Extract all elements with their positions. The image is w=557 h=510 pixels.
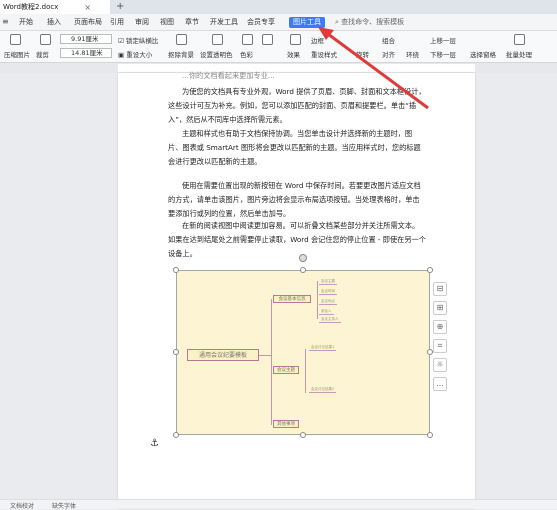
menu-bar: ≡ 开始 插入 页面布局 引用 审阅 视图 章节 开发工具 会员专享 图片工具 … <box>0 14 557 31</box>
reset-size-label: 重设大小 <box>126 51 153 59</box>
bring-forward-button[interactable]: 上移一层 <box>430 35 456 45</box>
combine-button[interactable]: 组合 <box>382 35 395 45</box>
menu-view[interactable]: 视图 <box>160 17 174 28</box>
clear-bg-button[interactable]: 抠除背景 <box>168 49 194 59</box>
mindmap-branch-3: 其他事项 <box>273 420 299 428</box>
title-bar: Word教程2.docx × + <box>0 0 557 14</box>
width-value: 9.91厘米 <box>71 35 99 43</box>
paragraph-4[interactable]: 在新的阅读视图中阅读更加容易。可以折叠文档某些部分并关注所需文本。如果在达到结尾… <box>168 219 426 261</box>
selected-image[interactable]: 通用会议纪要模板 会议基本信息 会议主题 其他事项 会议主题 会议时间 会议地点… <box>176 270 430 435</box>
mindmap-leaf: 会议主题 <box>319 279 337 285</box>
menu-review[interactable]: 审阅 <box>135 17 149 28</box>
mindmap-leaf: 会议时间 <box>319 289 337 295</box>
menu-home[interactable]: 开始 <box>19 17 33 28</box>
mindmap-root: 通用会议纪要模板 <box>187 349 259 361</box>
mindmap-sub-branch: 会议讨论结果2 <box>309 387 337 393</box>
batch-icon[interactable] <box>514 34 525 45</box>
layout-options-icon[interactable]: ⊟ <box>433 282 447 296</box>
mindmap-sub-trunk-2 <box>305 349 306 393</box>
resize-handle-bl[interactable] <box>173 432 179 438</box>
menu-insert[interactable]: 插入 <box>47 17 61 28</box>
image-quick-tools: ⊟ ⊞ ⊕ ⌗ ☼ … <box>433 282 451 396</box>
mindmap-connector <box>259 355 271 356</box>
document-page[interactable]: ...你的文档看起来更加专业... 为使您的文档具有专业外观，Word 提供了页… <box>118 71 475 509</box>
crop-icon[interactable] <box>40 34 51 45</box>
resize-handle-tl[interactable] <box>173 267 179 273</box>
document-tab[interactable]: Word教程2.docx × <box>0 0 110 14</box>
resize-handle-tm[interactable] <box>300 267 306 273</box>
wrap-button[interactable]: 环绕 <box>406 49 419 59</box>
mindmap-leaf: 参会人 <box>319 309 334 315</box>
color-button[interactable]: 色彩 <box>240 49 253 59</box>
paragraph-1[interactable]: 为使您的文档具有专业外观，Word 提供了页眉、页脚、封面和文本框设计，这些设计… <box>168 85 426 127</box>
menu-page-layout[interactable]: 页面布局 <box>74 17 102 28</box>
height-value: 14.81厘米 <box>71 49 103 57</box>
menu-references[interactable]: 引用 <box>110 17 124 28</box>
resize-handle-bm[interactable] <box>300 432 306 438</box>
clear-bg-icon[interactable] <box>176 34 187 45</box>
lock-ratio-label: 锁定纵横比 <box>125 37 159 45</box>
rotate-button[interactable]: 旋转 <box>356 49 369 59</box>
anchor-icon: ⚓ <box>150 438 159 449</box>
mindmap-branch-2: 会议主题 <box>273 366 299 374</box>
compress-button[interactable]: 压缩图片 <box>4 49 30 59</box>
tip-icon[interactable]: ☼ <box>433 358 447 372</box>
image-edit-icon[interactable]: ⊞ <box>433 301 447 315</box>
crop-button[interactable]: 裁剪 <box>36 49 49 59</box>
menu-member[interactable]: 会员专享 <box>247 17 275 28</box>
menu-developer[interactable]: 开发工具 <box>210 17 238 28</box>
new-tab-button[interactable]: + <box>116 0 124 13</box>
mindmap-leaf: 会议主持人 <box>319 317 341 323</box>
border-button[interactable]: 边框 <box>311 35 324 45</box>
menu-section[interactable]: 章节 <box>185 17 199 28</box>
width-field[interactable]: 9.91厘米 <box>60 34 112 44</box>
color-icon[interactable] <box>242 34 253 45</box>
status-bar: 文档校对 缺失字体 <box>0 499 557 510</box>
batch-button[interactable]: 批量处理 <box>506 49 532 59</box>
search-placeholder: 查找命令、搜索模板 <box>341 18 405 26</box>
mindmap-trunk <box>271 299 272 425</box>
effect-icon[interactable] <box>290 34 301 45</box>
zoom-icon[interactable]: ⊕ <box>433 320 447 334</box>
effect-button[interactable]: 效果 <box>287 49 300 59</box>
close-tab-icon[interactable]: × <box>84 3 91 12</box>
compress-icon[interactable] <box>10 34 21 45</box>
ribbon: 压缩图片 裁剪 9.91厘米 14.81厘米 ☑ 锁定纵横比 ▣ 重设大小 抠除… <box>0 31 557 63</box>
send-backward-button[interactable]: 下移一层 <box>430 49 456 59</box>
reset-style-button[interactable]: 重设样式 <box>311 49 337 59</box>
paragraph-2[interactable]: 主题和样式也有助于文档保持协调。当您单击设计并选择新的主题时，图片、图表或 Sm… <box>168 127 426 169</box>
resize-handle-br[interactable] <box>427 432 433 438</box>
resize-handle-tr[interactable] <box>427 267 433 273</box>
lock-ratio-checkbox[interactable]: ☑ 锁定纵横比 <box>118 35 158 45</box>
mindmap-sub-branch: 会议讨论结果1 <box>309 345 337 351</box>
paragraph-top-partial: ...你的文档看起来更加专业... <box>182 71 275 80</box>
transparent-color-button[interactable]: 设置透明色 <box>200 49 233 59</box>
reset-size-button[interactable]: ▣ 重设大小 <box>118 49 152 59</box>
more-icon[interactable]: … <box>433 377 447 391</box>
crop-quick-icon[interactable]: ⌗ <box>433 339 447 353</box>
height-field[interactable]: 14.81厘米 <box>60 48 112 58</box>
document-tab-title: Word教程2.docx <box>3 3 59 11</box>
mindmap-sub-trunk-1 <box>317 281 318 319</box>
menu-hamburger-icon[interactable]: ≡ <box>2 17 12 27</box>
mindmap-leaf: 会议地点 <box>319 299 337 305</box>
rotate-handle[interactable] <box>299 254 307 262</box>
paragraph-3[interactable]: 使用在需要位置出现的新按钮在 Word 中保存时间。若要更改图片适应文档的方式，… <box>168 179 426 221</box>
command-search[interactable]: ⌕ 查找命令、搜索模板 <box>335 17 404 27</box>
resize-handle-ml[interactable] <box>173 349 179 355</box>
mindmap-branch-1: 会议基本信息 <box>273 295 311 303</box>
search-icon: ⌕ <box>335 18 339 26</box>
rotate-icon[interactable] <box>262 34 273 45</box>
menu-picture-tools[interactable]: 图片工具 <box>289 17 325 28</box>
align-button[interactable]: 对齐 <box>382 49 395 59</box>
select-pane-button[interactable]: 选择窗格 <box>470 49 496 59</box>
transparent-color-icon[interactable] <box>212 34 223 45</box>
